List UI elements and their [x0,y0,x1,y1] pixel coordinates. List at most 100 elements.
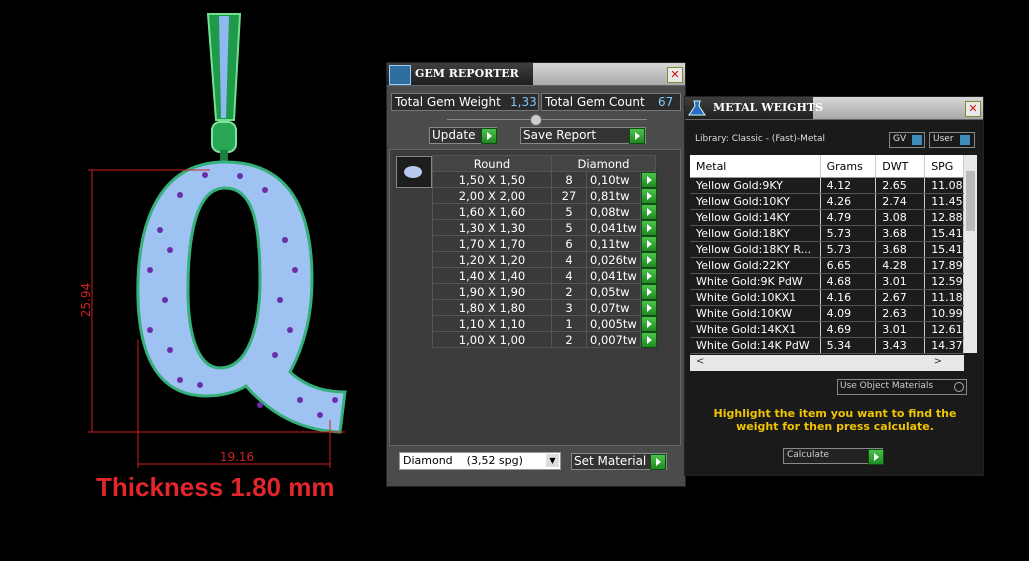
col-round: Round [432,155,552,172]
gem-row[interactable]: 1,60 X 1,60 5 0,08tw [432,203,657,220]
row-go-icon [641,332,657,348]
gem-row-select-button[interactable] [640,203,657,220]
metal-weights-titlebar[interactable]: METAL WEIGHTS ✕ [685,97,983,120]
scroll-left-icon[interactable]: < [696,356,704,367]
row-go-icon [641,284,657,300]
gem-row-select-button[interactable] [640,331,657,348]
total-count-box: Total Gem Count 67 [541,93,681,111]
metal-value: 2.63 [875,305,926,322]
save-report-button[interactable]: Save Report [520,127,646,144]
gem-count: 27 [551,187,587,204]
metal-value: 3.01 [875,321,926,338]
gem-row[interactable]: 1,70 X 1,70 6 0,11tw [432,235,657,252]
metal-name: Yellow Gold:9KY [690,177,821,194]
gem-row-select-button[interactable] [640,235,657,252]
metal-row[interactable]: White Gold:10KX1 4.16 2.67 11.18 [690,289,964,306]
metal-horizontal-scrollbar[interactable]: < > [690,355,964,371]
metal-row[interactable]: White Gold:14K PdW 5.34 3.43 14.37 [690,337,964,354]
gem-reporter-icon [389,65,411,85]
metal-col-header[interactable]: Metal [690,155,821,178]
zoom-slider-handle[interactable] [530,114,542,126]
metal-col-header[interactable]: DWT [875,155,926,178]
metal-weights-title: METAL WEIGHTS [713,101,824,114]
material-select-value: Diamond (3,52 spg) [403,454,523,467]
metal-value: 12.59 [924,273,964,290]
metal-row[interactable]: Yellow Gold:18KY R... 5.73 3.68 15.41 [690,241,964,258]
gem-row-select-button[interactable] [640,251,657,268]
metal-value: 2.74 [875,193,926,210]
calculate-label: Calculate [787,450,830,460]
gem-size: 1,50 X 1,50 [432,171,552,188]
row-go-icon [641,316,657,332]
set-material-button[interactable]: Set Material [571,453,667,470]
save-go-icon [629,128,645,144]
metal-close-button[interactable]: ✕ [965,101,981,117]
gem-shape-thumbnail[interactable] [396,156,432,188]
metal-row[interactable]: Yellow Gold:9KY 4.12 2.65 11.08 [690,177,964,194]
vertical-scroll-thumb[interactable] [966,171,975,231]
gem-row-select-button[interactable] [640,299,657,316]
flask-icon [688,100,706,116]
update-button-label: Update [432,128,476,142]
gem-size: 1,60 X 1,60 [432,203,552,220]
zoom-slider-track[interactable] [447,119,647,120]
use-object-materials-toggle[interactable]: Use Object Materials [837,379,967,395]
gv-toggle[interactable]: GV [889,132,925,148]
gem-reporter-panel: GEM REPORTER ✕ Total Gem Weight 1,33 Tot… [386,62,686,487]
metal-col-header[interactable]: SPG [924,155,964,178]
metal-name: Yellow Gold:18KY R... [690,241,821,258]
metal-row[interactable]: White Gold:14KX1 4.69 3.01 12.61 [690,321,964,338]
metal-col-header[interactable]: Grams [820,155,877,178]
gem-weight: 0,07tw [586,299,641,316]
metal-value: 11.18 [924,289,964,306]
gem-row[interactable]: 2,00 X 2,00 27 0,81tw [432,187,657,204]
row-go-icon [641,188,657,204]
calculate-button[interactable]: Calculate [783,448,884,465]
gem-row[interactable]: 1,50 X 1,50 8 0,10tw [432,171,657,188]
gem-row[interactable]: 1,00 X 1,00 2 0,007tw [432,331,657,348]
scroll-right-icon[interactable]: > [934,356,942,367]
metal-vertical-scrollbar[interactable] [964,155,977,353]
metal-row[interactable]: Yellow Gold:14KY 4.79 3.08 12.88 [690,209,964,226]
gem-count: 6 [551,235,587,252]
gem-row-select-button[interactable] [640,267,657,284]
material-select[interactable]: Diamond (3,52 spg) ▼ [399,452,561,470]
gem-row-select-button[interactable] [640,187,657,204]
gem-row[interactable]: 1,20 X 1,20 4 0,026tw [432,251,657,268]
gem-row[interactable]: 1,40 X 1,40 4 0,041tw [432,267,657,284]
metal-row[interactable]: Yellow Gold:22KY 6.65 4.28 17.89 [690,257,964,274]
metal-value: 4.68 [820,273,877,290]
metal-value: 6.65 [820,257,877,274]
metal-row[interactable]: Yellow Gold:18KY 5.73 3.68 15.41 [690,225,964,242]
metal-name: White Gold:10KW [690,305,821,322]
gem-row-select-button[interactable] [640,315,657,332]
metal-value: 3.68 [875,241,926,258]
gem-reporter-titlebar[interactable]: GEM REPORTER ✕ [387,63,685,86]
gem-close-button[interactable]: ✕ [667,67,683,83]
gem-weight: 0,05tw [586,283,641,300]
gem-row[interactable]: 1,10 X 1,10 1 0,005tw [432,315,657,332]
metal-value: 3.68 [875,225,926,242]
total-count-label: Total Gem Count [545,95,645,109]
chevron-down-icon[interactable]: ▼ [546,454,559,467]
metal-name: Yellow Gold:18KY [690,225,821,242]
metal-row[interactable]: White Gold:9K PdW 4.68 3.01 12.59 [690,273,964,290]
gem-row-select-button[interactable] [640,171,657,188]
gem-count: 2 [551,283,587,300]
metal-row[interactable]: White Gold:10KW 4.09 2.63 10.99 [690,305,964,322]
metal-table: Metal Grams DWT SPG Yellow Gold:9KY 4.12 2.65… [690,155,964,354]
gem-table: Round Diamond 1,50 X 1,50 8 0,10tw 2,00 … [432,155,657,348]
gem-count: 2 [551,331,587,348]
gem-size: 1,70 X 1,70 [432,235,552,252]
gem-weight: 0,81tw [586,187,641,204]
metal-row[interactable]: Yellow Gold:10KY 4.26 2.74 11.45 [690,193,964,210]
update-button[interactable]: Update [429,127,497,144]
metal-name: White Gold:14KX1 [690,321,821,338]
gem-row-select-button[interactable] [640,219,657,236]
user-toggle[interactable]: User [929,132,975,148]
gem-row[interactable]: 1,90 X 1,90 2 0,05tw [432,283,657,300]
gem-row[interactable]: 1,80 X 1,80 3 0,07tw [432,299,657,316]
gem-row-select-button[interactable] [640,283,657,300]
gem-row[interactable]: 1,30 X 1,30 5 0,041tw [432,219,657,236]
metal-value: 11.08 [924,177,964,194]
